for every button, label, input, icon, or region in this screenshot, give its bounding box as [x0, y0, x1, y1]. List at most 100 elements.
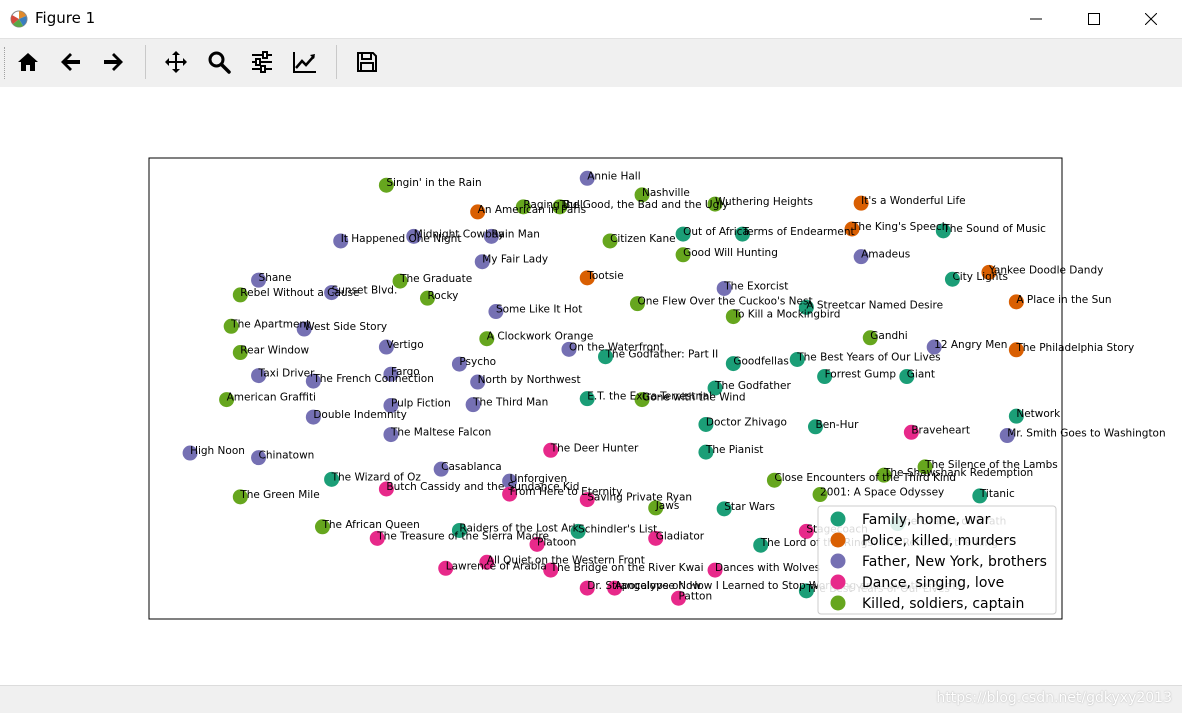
point-label: The Silence of the Lambs [924, 459, 1058, 471]
point-label: Ben-Hur [815, 419, 859, 431]
legend-marker [830, 553, 846, 569]
point-label: Platoon [537, 536, 576, 548]
point-label: West Side Story [304, 321, 387, 333]
point-label: Yankee Doodle Dandy [988, 264, 1103, 276]
point-label: The Godfather [714, 380, 791, 392]
point-label: The Maltese Falcon [390, 427, 491, 439]
point-label: Patton [679, 590, 713, 602]
subplots-button[interactable] [245, 45, 279, 79]
point-label: One Flew Over the Cuckoo's Nest [637, 296, 812, 308]
figure-canvas[interactable]: The Godfather: Part II Goodfellas The Godf… [0, 87, 1182, 685]
point-label: The Treasure of the Sierra Madre [376, 530, 549, 542]
minimize-button[interactable] [1007, 0, 1065, 38]
point-label: Gladiator [656, 530, 705, 542]
point-label: To Kill a Mockingbird [732, 309, 840, 321]
point-label: Jaws [655, 500, 680, 512]
point-label: A Clockwork Orange [487, 331, 594, 343]
magnifier-icon [208, 51, 231, 74]
floppy-disk-icon [357, 52, 377, 72]
point-label: Wuthering Heights [715, 196, 813, 208]
point-label: The Graduate [399, 273, 472, 285]
arrow-right-icon [104, 53, 123, 71]
point-label: Singin' in the Rain [386, 177, 481, 189]
point-label: North by Northwest [478, 374, 581, 386]
point-label: Giant [907, 369, 935, 381]
point-label: The African Queen [321, 519, 419, 531]
point-label: Forrest Gump [825, 369, 897, 381]
point-label: Mr. Smith Goes to Washington [1007, 428, 1165, 440]
point-label: The Bridge on the River Kwai [550, 562, 704, 574]
watermark: https://blog.csdn.net/gdkyxy2013 [936, 690, 1172, 706]
axes-button[interactable] [288, 45, 322, 79]
point-label: Casablanca [441, 461, 502, 473]
point-label: A Place in the Sun [1016, 294, 1111, 306]
point-label: The King's Speech [851, 221, 948, 233]
window-titlebar: Figure 1 [0, 0, 1182, 38]
legend-label: Family, home, war [862, 512, 991, 528]
point-label: American Graffiti [227, 392, 316, 404]
point-label: 12 Angry Men [934, 339, 1007, 351]
point-label: Doctor Zhivago [706, 416, 787, 428]
point-label: Some Like It Hot [496, 304, 582, 316]
point-label: The Pianist [705, 444, 763, 456]
close-icon [1145, 13, 1157, 25]
point-label: Citizen Kane [610, 233, 676, 245]
legend-label: Father, New York, brothers [862, 554, 1047, 570]
point-label: Psycho [459, 356, 496, 368]
pan-button[interactable] [159, 45, 193, 79]
legend: Family, home, war Police, killed, murders… [817, 505, 1057, 615]
save-button[interactable] [350, 45, 384, 79]
legend-label: Police, killed, murders [862, 533, 1016, 549]
close-button[interactable] [1122, 0, 1180, 38]
point-label: The Exorcist [723, 280, 788, 292]
point-label: Rocky [427, 290, 458, 302]
legend-marker [830, 595, 846, 611]
point-label: Shane [259, 272, 292, 284]
window-title: Figure 1 [35, 9, 96, 27]
point-label: Rebel Without a Cause [240, 287, 359, 299]
status-bar: https://blog.csdn.net/gdkyxy2013 [0, 685, 1182, 713]
point-label: Chinatown [259, 450, 315, 462]
legend-label: Killed, soldiers, captain [862, 596, 1024, 612]
point-label: The Third Man [472, 397, 548, 409]
toolbar-grip[interactable] [4, 47, 7, 79]
home-icon [18, 53, 38, 71]
move-icon [165, 51, 187, 73]
point-label: Lawrence of Arabia [446, 560, 547, 572]
point-label: The Best Years of Our Lives [796, 351, 940, 363]
point-label: Titanic [979, 488, 1015, 500]
line-chart-icon [293, 52, 316, 73]
forward-button[interactable] [96, 45, 130, 79]
point-label: The Green Mile [239, 489, 319, 501]
navigation-toolbar [0, 38, 1182, 88]
scatter-plot: The Godfather: Part IIGoodfellasThe Godf… [148, 157, 1166, 620]
back-button[interactable] [54, 45, 88, 79]
point-label: High Noon [190, 445, 245, 457]
point-label: Tootsie [586, 270, 623, 282]
point-label: It's a Wonderful Life [861, 195, 966, 207]
point-label: The Good, the Bad and the Ugly [559, 199, 729, 211]
point-label: 2001: A Space Odyssey [820, 487, 944, 499]
point-label: Gone with the Wind [642, 392, 746, 404]
point-label: Terms of Endearment [741, 226, 854, 238]
point-label: The Apartment [230, 318, 310, 330]
point-label: The Sound of Music [942, 223, 1046, 235]
point-label: Out of Africa [683, 226, 749, 238]
maximize-button[interactable] [1065, 0, 1123, 38]
point-label: The Deer Hunter [550, 442, 639, 454]
zoom-button[interactable] [202, 45, 236, 79]
home-button[interactable] [11, 45, 45, 79]
legend-marker [830, 532, 846, 548]
point-label: Good Will Hunting [683, 247, 778, 259]
point-label: Pulp Fiction [391, 398, 451, 410]
point-label: Schindler's List [578, 523, 657, 535]
arrow-left-icon [61, 53, 80, 71]
matplotlib-logo-icon [10, 10, 28, 28]
toolbar-separator [336, 45, 337, 79]
point-label: Star Wars [724, 501, 775, 513]
point-label: The Philadelphia Story [1015, 342, 1134, 354]
legend-marker [830, 511, 846, 527]
point-label: On the Waterfront [569, 341, 664, 353]
legend-marker [830, 574, 846, 590]
point-label: My Fair Lady [482, 254, 548, 266]
